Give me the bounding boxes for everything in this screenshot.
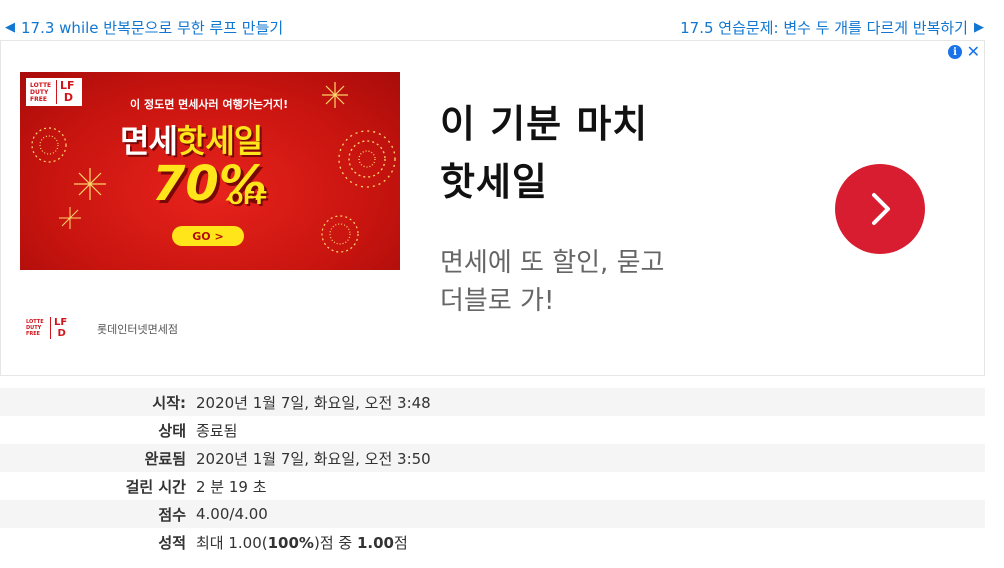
table-row: 걸린 시간 2 분 19 초 [0,472,985,500]
lotte-duty-free-logo: LOTTE DUTY FREE LF D [26,78,82,106]
firework-icon [31,127,67,163]
state-label: 상태 [158,421,186,440]
prev-chapter-link[interactable]: ◀ 17.3 while 반복문으로 무한 루프 만들기 [5,17,283,38]
banner-go-button[interactable]: GO > [172,226,244,246]
grade-value: 최대 1.00(100%)점 중 1.00점 [196,533,408,552]
quiz-summary-table: 시작: 2020년 1월 7일, 화요일, 오전 3:48 상태 종료됨 완료됨… [0,388,985,556]
next-chapter-label: 17.5 연습문제: 변수 두 개를 다르게 반복하기 [680,19,968,37]
marks-label: 점수 [158,505,186,524]
banner-off: OFF [228,188,268,209]
ad-close-icon[interactable]: ✕ [967,42,980,61]
chevron-right-icon [872,193,890,225]
firework-icon [74,168,106,200]
ad-info-icon[interactable]: i [948,45,962,59]
started-label: 시작: [152,393,186,412]
ad-description: 면세에 또 할인, 묻고 더블로 가! [440,248,665,316]
grade-label: 성적 [158,533,186,552]
time-taken-label: 걸린 시간 [125,477,186,496]
banner-tagline: 이 정도면 면세사러 여행가는거지! [130,98,289,111]
firework-icon [321,215,359,253]
table-row: 시작: 2020년 1월 7일, 화요일, 오전 3:48 [0,388,985,416]
advertiser-logo: LOTTE DUTY FREE LF D [26,317,68,339]
ad-banner-image[interactable]: LOTTE DUTY FREE LF D 이 정도면 면세사러 여행가는거지! 면세핫… [20,72,400,270]
prev-chapter-label: 17.3 while 반복문으로 무한 루프 만들기 [21,19,284,37]
triangle-right-icon: ▶ [974,20,984,35]
next-chapter-link[interactable]: 17.5 연습문제: 변수 두 개를 다르게 반복하기 ▶ [680,17,984,38]
state-value: 종료됨 [196,421,238,440]
ad-title[interactable]: 이 기분 마치 핫세일 [440,95,648,211]
firework-icon [59,207,81,229]
firework-icon [338,130,396,188]
marks-value: 4.00/4.00 [196,505,268,523]
table-row: 성적 최대 1.00(100%)점 중 1.00점 [0,528,985,556]
triangle-left-icon: ◀ [5,20,15,35]
completed-value: 2020년 1월 7일, 화요일, 오전 3:50 [196,449,431,468]
table-row: 완료됨 2020년 1월 7일, 화요일, 오전 3:50 [0,444,985,472]
completed-label: 완료됨 [144,449,186,468]
started-value: 2020년 1월 7일, 화요일, 오전 3:48 [196,393,431,412]
table-row: 점수 4.00/4.00 [0,500,985,528]
advertiser-name[interactable]: 롯데인터넷면세점 [97,321,178,337]
advertisement[interactable]: i ✕ LOTTE DUTY FREE LF D 이 정도면 면세사러 여행가는거지!… [0,40,985,376]
time-taken-value: 2 분 19 초 [196,477,267,496]
firework-icon [322,82,348,108]
table-row: 상태 종료됨 [0,416,985,444]
ad-open-button[interactable] [835,164,925,254]
